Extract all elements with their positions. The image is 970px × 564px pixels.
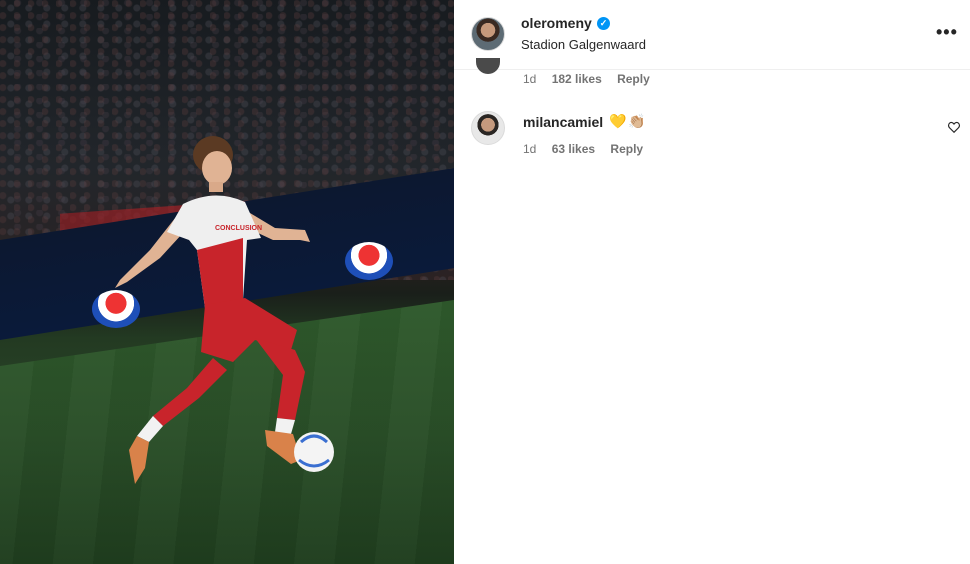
comment-meta: 1d 182 likes Reply (523, 72, 662, 86)
author-avatar[interactable] (471, 17, 505, 51)
post-location[interactable]: Stadion Galgenwaard (521, 37, 646, 52)
comment-reply-button[interactable]: Reply (617, 72, 650, 86)
verified-badge-icon: ✓ (597, 17, 610, 30)
comment-time: 1d (523, 72, 537, 86)
comment-meta: 1d 63 likes Reply (523, 142, 655, 156)
comment-reply-button[interactable]: Reply (610, 142, 643, 156)
shirt-sponsor-text: CONCLUSION (215, 225, 262, 232)
pepsi-logo (345, 242, 393, 280)
yellow-heart-emoji: 💛 (609, 113, 627, 129)
post-header: oleromeny ✓ Stadion Galgenwaard ••• (454, 0, 970, 70)
more-options-icon[interactable]: ••• (936, 22, 958, 43)
comment-avatar[interactable] (476, 58, 500, 74)
clapping-hands-emoji: 👏🏼 (628, 113, 646, 129)
post-image[interactable]: CONCLUSION (0, 0, 454, 564)
football-player: CONCLUSION (115, 136, 334, 484)
heart-outline-icon[interactable] (947, 120, 961, 134)
comment-avatar[interactable] (471, 111, 505, 145)
post-details-panel: oleromeny ✓ Stadion Galgenwaard ••• 1d 1… (454, 0, 970, 564)
author-username[interactable]: oleromeny (521, 15, 592, 31)
comment-likes[interactable]: 63 likes (552, 142, 595, 156)
comment-username[interactable]: milancamiel (523, 114, 603, 130)
comment-likes[interactable]: 182 likes (552, 72, 602, 86)
comment-time: 1d (523, 142, 537, 156)
